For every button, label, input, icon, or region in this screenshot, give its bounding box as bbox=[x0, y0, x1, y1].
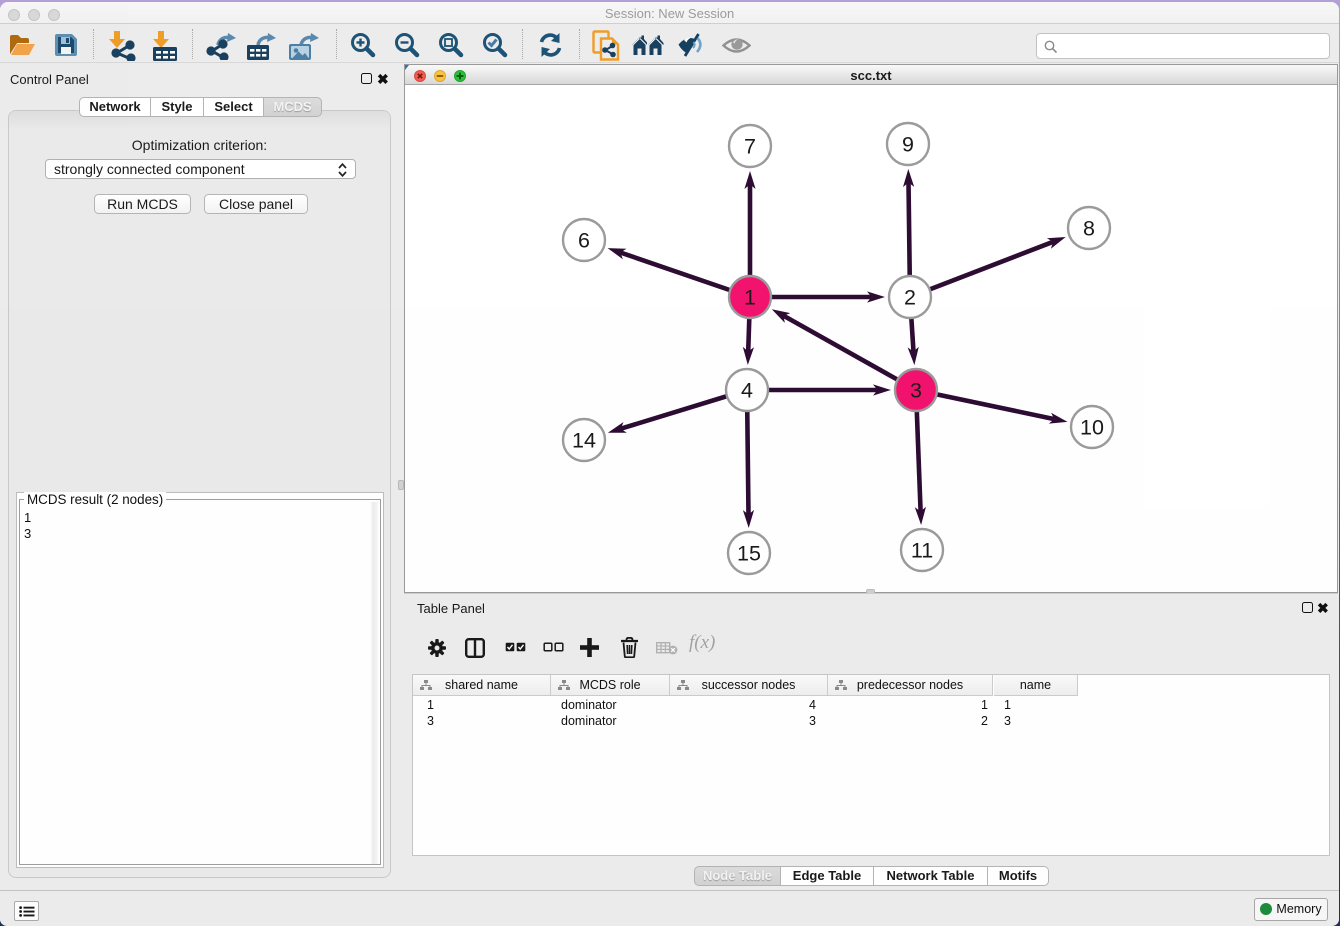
svg-text:3: 3 bbox=[910, 379, 922, 403]
svg-text:15: 15 bbox=[737, 542, 761, 566]
svg-text:1: 1 bbox=[744, 286, 756, 310]
svg-text:6: 6 bbox=[578, 229, 590, 253]
svg-text:4: 4 bbox=[741, 379, 753, 403]
svg-text:9: 9 bbox=[902, 133, 914, 157]
svg-text:11: 11 bbox=[911, 539, 933, 563]
svg-text:8: 8 bbox=[1083, 217, 1095, 241]
svg-text:7: 7 bbox=[744, 135, 756, 159]
svg-text:14: 14 bbox=[572, 429, 596, 453]
svg-text:2: 2 bbox=[904, 286, 916, 310]
svg-text:10: 10 bbox=[1080, 416, 1104, 440]
